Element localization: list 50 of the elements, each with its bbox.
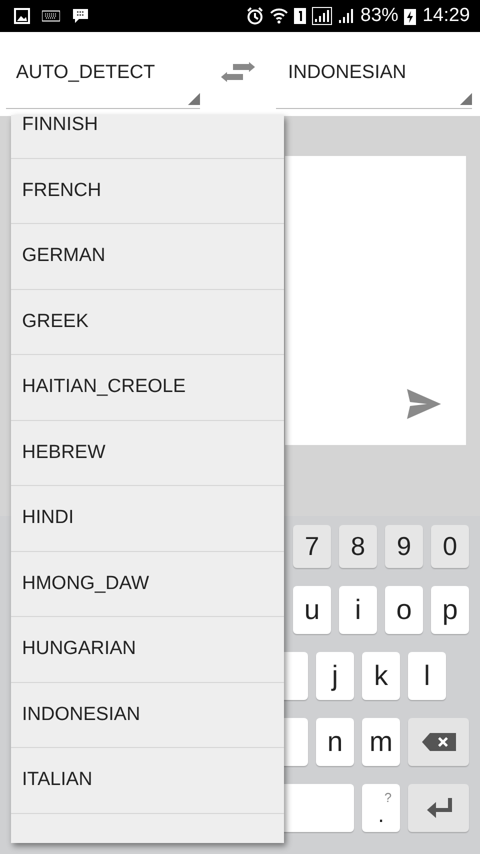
dropdown-item[interactable]: INDONESIAN <box>11 682 284 748</box>
keyboard-key[interactable]: 7 <box>293 525 331 568</box>
dropdown-item[interactable]: ITALIAN <box>11 748 284 814</box>
dropdown-item[interactable]: HAITIAN_CREOLE <box>11 355 284 420</box>
dropdown-triangle-icon <box>460 93 472 105</box>
keyboard-key[interactable]: j <box>316 652 354 700</box>
signal-icon <box>338 7 354 25</box>
wifi-icon <box>270 7 288 25</box>
dropdown-item[interactable]: FRENCH <box>11 158 284 224</box>
keyboard-key[interactable]: k <box>362 652 400 700</box>
keyboard-key[interactable]: n <box>316 718 354 766</box>
language-label: INDONESIAN <box>288 62 406 84</box>
language-label: AUTO_DETECT <box>16 62 156 84</box>
keyboard-key[interactable]: 8 <box>339 525 377 568</box>
keyboard-icon <box>42 10 60 22</box>
backspace-icon <box>422 733 456 751</box>
dropdown-item[interactable]: GREEK <box>11 290 284 355</box>
dropdown-item[interactable]: HMONG_DAW <box>11 552 284 617</box>
key-hint: ? <box>384 790 392 804</box>
send-icon <box>407 389 441 419</box>
key-label: . <box>378 804 384 826</box>
backspace-key[interactable] <box>408 718 469 766</box>
dropdown-item[interactable]: FINNISH <box>11 115 284 158</box>
dropdown-item[interactable]: GERMAN <box>11 224 284 290</box>
dropdown-item[interactable]: HEBREW <box>11 420 284 486</box>
keyboard-key[interactable]: l <box>408 652 446 700</box>
language-spinner[interactable]: AUTO_DETECT <box>6 32 200 109</box>
language-spinner[interactable]: INDONESIAN <box>276 32 472 109</box>
chat-icon <box>72 8 89 24</box>
dropdown-triangle-icon <box>188 93 200 105</box>
keyboard-key[interactable]: 9 <box>385 525 423 568</box>
keyboard-key[interactable]: 0 <box>431 525 469 568</box>
keyboard-key[interactable]: ? . <box>362 784 400 832</box>
keyboard-key[interactable]: p <box>431 586 469 634</box>
dropdown-item[interactable]: HINDI <box>11 486 284 552</box>
dropdown-item[interactable]: HUNGARIAN <box>11 617 284 682</box>
enter-key[interactable] <box>408 784 469 832</box>
clock: 14:29 <box>422 5 470 27</box>
signal-icon <box>312 7 332 25</box>
sim-icon <box>294 7 306 25</box>
alarm-icon <box>246 7 264 25</box>
keyboard-key[interactable]: i <box>339 586 377 634</box>
battery-percent: 83% <box>360 5 398 27</box>
text-input[interactable] <box>285 156 466 445</box>
battery-charging-icon <box>404 7 416 25</box>
keyboard-key[interactable]: m <box>362 718 400 766</box>
swap-icon <box>221 62 255 84</box>
image-icon <box>14 8 30 24</box>
keyboard-key[interactable]: u <box>293 586 331 634</box>
keyboard-key[interactable]: o <box>385 586 423 634</box>
